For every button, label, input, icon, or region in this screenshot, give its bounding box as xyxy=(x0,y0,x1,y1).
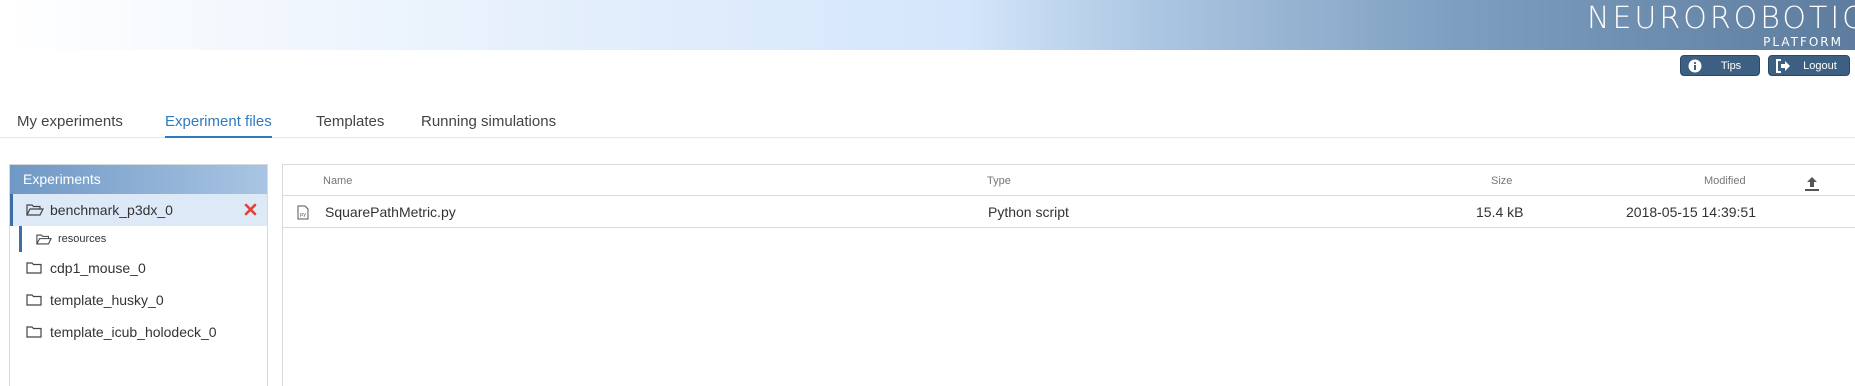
neurorobotics-logo: NEUROROBOTICS PLATFORM xyxy=(1587,1,1855,49)
upload-icon[interactable] xyxy=(1803,175,1821,193)
column-modified[interactable]: Modified xyxy=(1704,175,1746,187)
logo-sub: PLATFORM xyxy=(1763,35,1843,49)
folder-icon xyxy=(26,293,44,307)
folder-open-icon xyxy=(26,203,44,217)
tips-label: Tips xyxy=(1720,59,1742,72)
file-table: Name Type Size Modified py SquarePathMet… xyxy=(282,164,1855,386)
svg-text:py: py xyxy=(300,212,306,218)
folder-open-icon xyxy=(36,233,52,246)
tips-button[interactable]: Tips xyxy=(1680,55,1760,76)
tree-item-label: template_icub_holodeck_0 xyxy=(50,324,217,340)
experiments-tree: Experiments benchmark_p3dx_0 resources c… xyxy=(9,164,268,386)
python-file-icon: py xyxy=(297,205,309,223)
tree-title: Experiments xyxy=(10,165,267,194)
file-name: SquarePathMetric.py xyxy=(325,204,456,220)
column-type[interactable]: Type xyxy=(987,175,1011,187)
tree-item-benchmark-p3dx[interactable]: benchmark_p3dx_0 xyxy=(10,194,267,226)
folder-icon xyxy=(26,261,44,275)
column-name[interactable]: Name xyxy=(323,175,352,187)
logo-name: NEUROROBOTICS xyxy=(1587,1,1855,36)
file-table-header: Name Type Size Modified xyxy=(283,165,1855,196)
tree-item-label: resources xyxy=(58,233,107,245)
info-icon xyxy=(1687,58,1703,74)
tree-item-resources[interactable]: resources xyxy=(19,226,267,252)
file-modified: 2018-05-15 14:39:51 xyxy=(1626,204,1756,220)
tab-running-simulations[interactable]: Running simulations xyxy=(421,112,556,138)
logout-label: Logout xyxy=(1803,59,1837,72)
tree-item-template-icub-holodeck[interactable]: template_icub_holodeck_0 xyxy=(10,316,267,348)
table-row[interactable]: py SquarePathMetric.py Python script 15.… xyxy=(283,196,1855,228)
folder-icon xyxy=(26,325,44,339)
tab-bar: My experiments Experiment files Template… xyxy=(0,112,1855,138)
tab-experiment-files[interactable]: Experiment files xyxy=(165,112,272,138)
delete-icon[interactable] xyxy=(244,203,257,216)
tree-item-label: cdp1_mouse_0 xyxy=(50,260,146,276)
tab-my-experiments[interactable]: My experiments xyxy=(17,112,123,138)
column-size[interactable]: Size xyxy=(1491,175,1512,187)
logout-button[interactable]: Logout xyxy=(1768,55,1850,76)
tree-item-label: template_husky_0 xyxy=(50,292,164,308)
header-banner: NEUROROBOTICS PLATFORM xyxy=(0,0,1855,50)
file-size: 15.4 kB xyxy=(1476,204,1524,220)
tab-templates[interactable]: Templates xyxy=(316,112,384,138)
file-type: Python script xyxy=(988,204,1069,220)
tree-item-cdp1-mouse[interactable]: cdp1_mouse_0 xyxy=(10,252,267,284)
tree-item-template-husky[interactable]: template_husky_0 xyxy=(10,284,267,316)
logout-icon xyxy=(1775,58,1791,74)
tree-item-label: benchmark_p3dx_0 xyxy=(50,202,173,218)
